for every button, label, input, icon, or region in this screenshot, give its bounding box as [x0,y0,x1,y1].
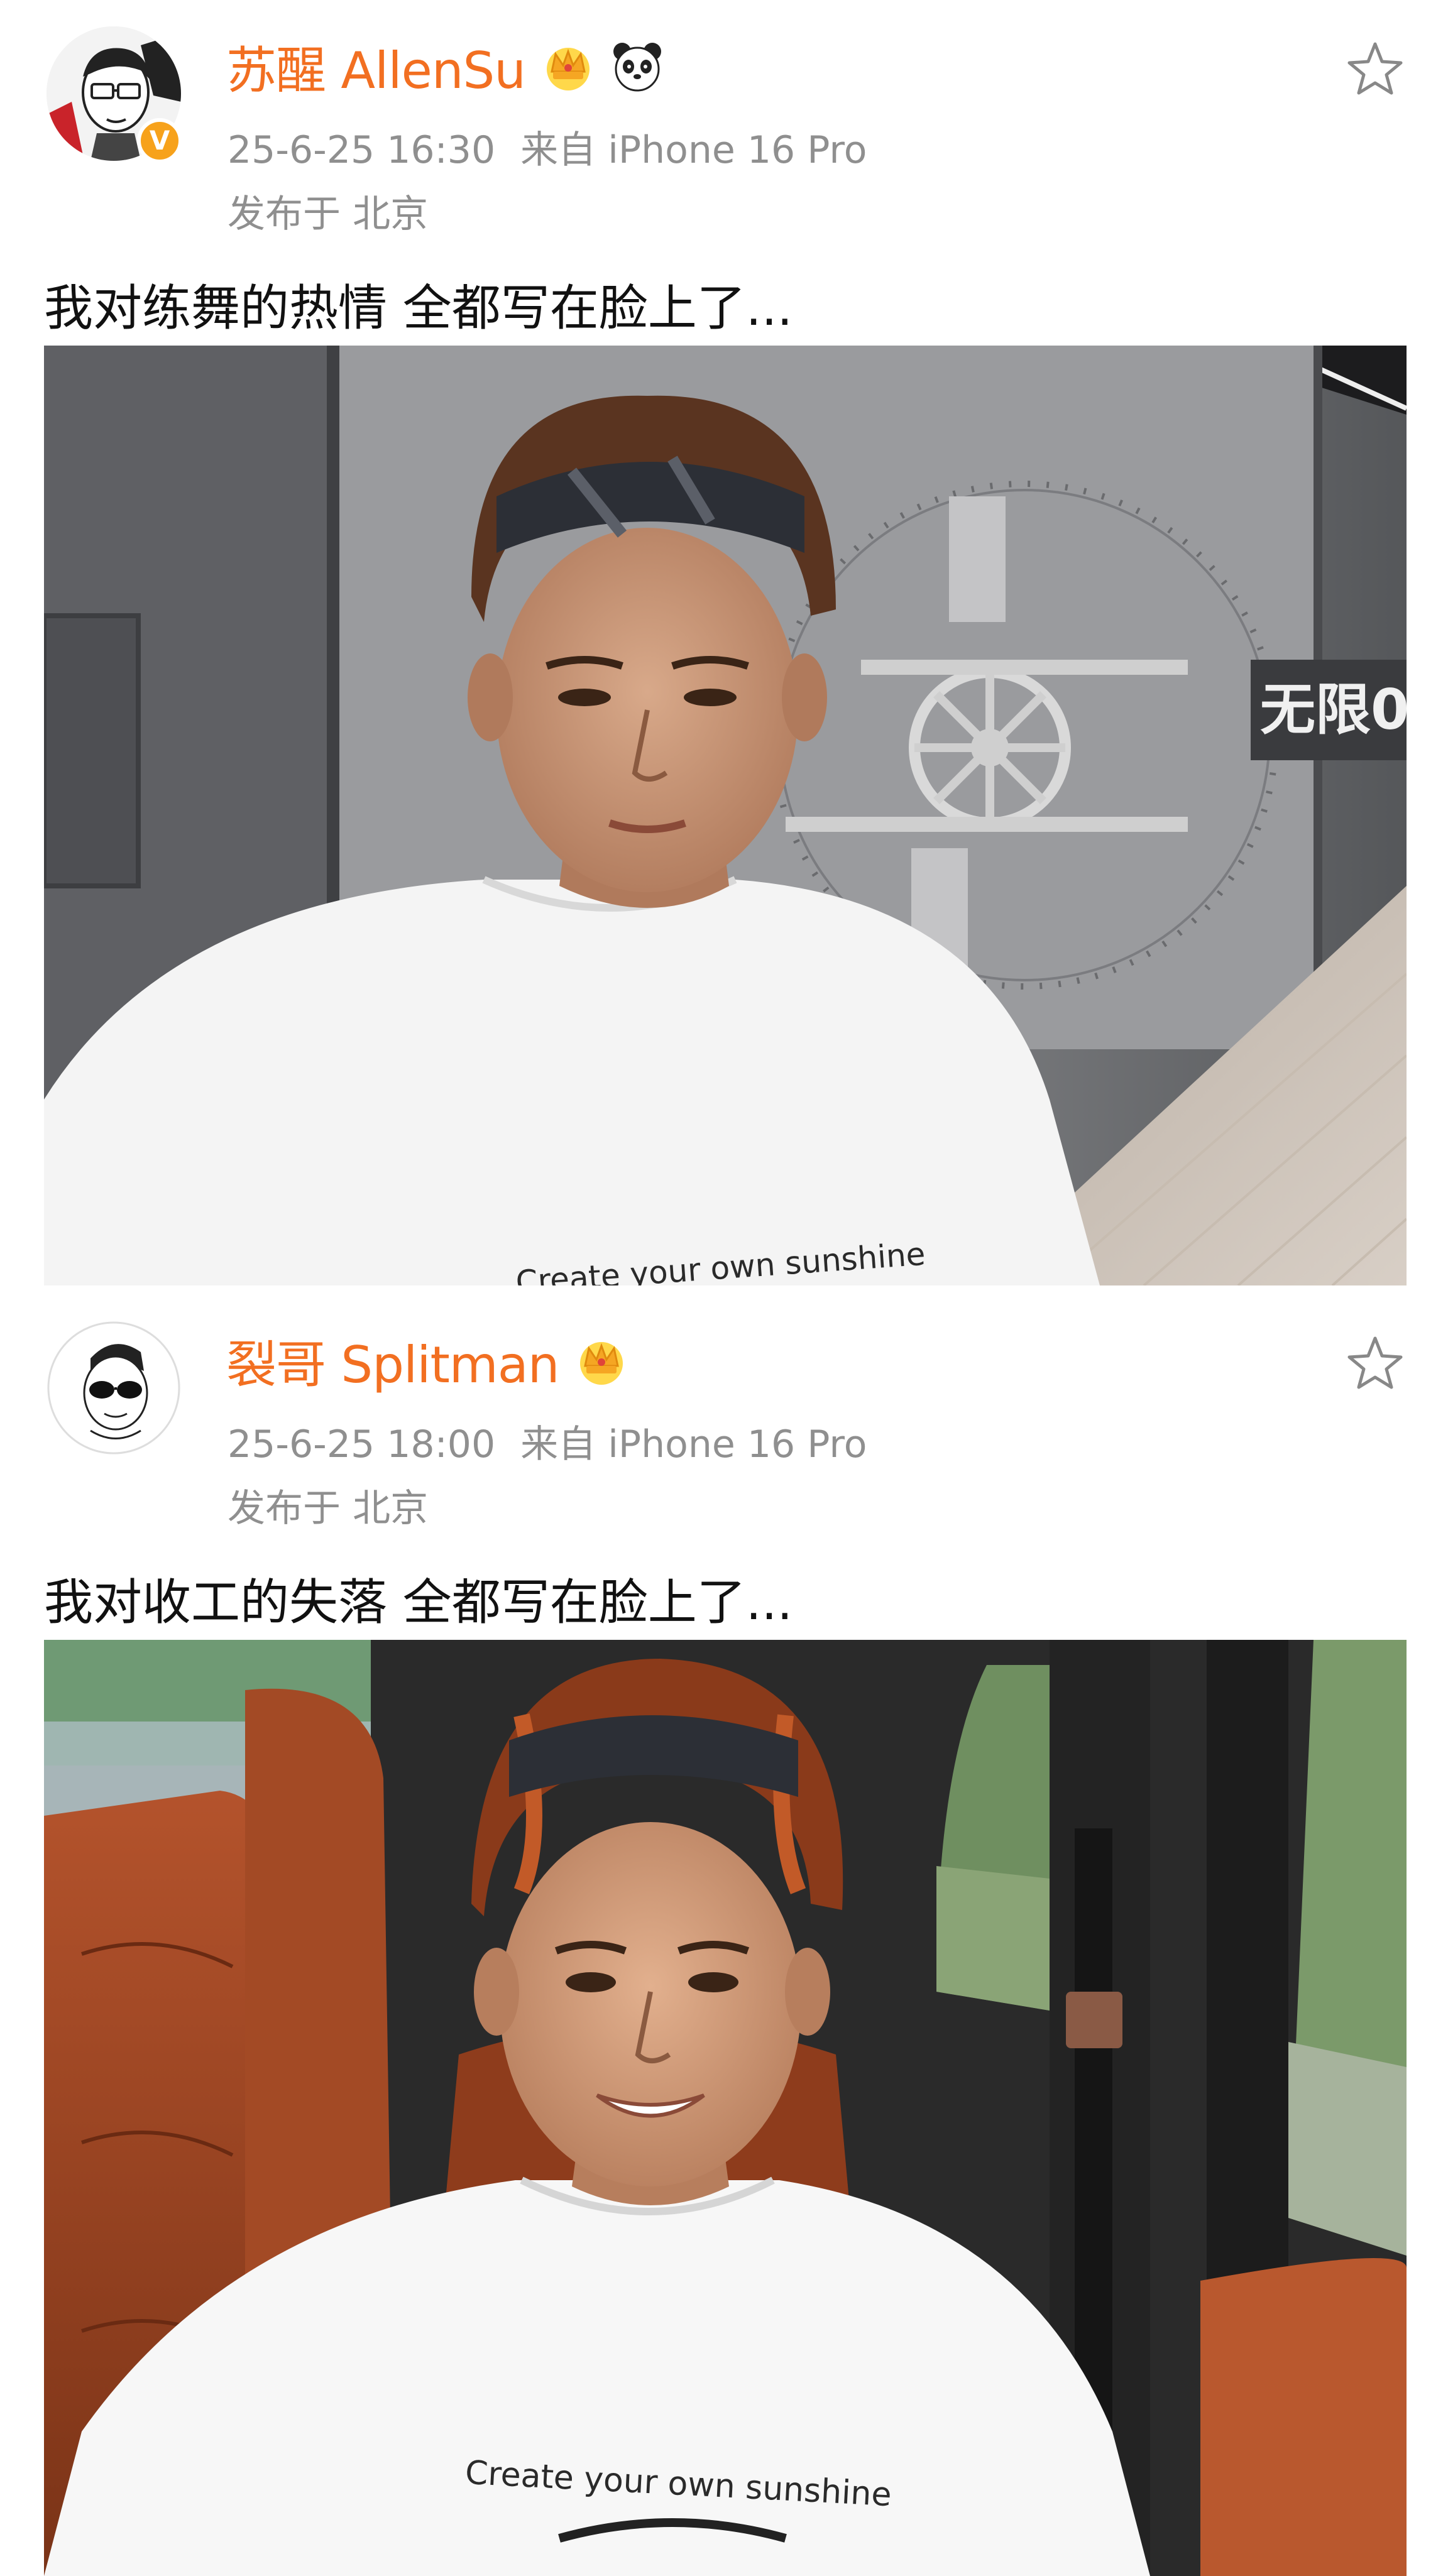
username-row: 苏醒 AllenSu [226,36,664,100]
selfie-car-photo: Create your own sunshine [44,1640,1407,2576]
avatar-illustration [47,1321,181,1455]
post-text: 我对练舞的热情 全都写在脸上了... [44,280,793,337]
avatar[interactable] [47,1321,181,1455]
post-source: 来自 iPhone 16 Pro [520,128,867,172]
post-photo[interactable]: Create your own sunshine [44,1640,1407,2576]
crown-icon [580,1342,623,1385]
weibo-post: 裂哥 Splitman 25-6-25 18:00 来自 iPhone 16 Pr… [0,1294,1448,2576]
verified-badge: V [137,118,182,163]
post-location: 发布于 北京 [228,1487,429,1531]
post-text: 我对收工的失落 全都写在脸上了... [44,1575,793,1631]
panda-icon [613,43,662,92]
post-source: 来自 iPhone 16 Pro [520,1422,867,1466]
post-location: 发布于 北京 [228,192,429,236]
selfie-vault-photo: 无限01 Create your own sunshine [44,346,1407,1285]
post-meta: 25-6-25 18:00 来自 iPhone 16 Pro [228,1414,867,1468]
weibo-post: V 苏醒 AllenSu 25-6-25 16:30 来自 iPhone 16 P… [0,0,1448,1294]
wall-sign: 无限01 [1260,677,1407,742]
username-row: 裂哥 Splitman [226,1331,628,1394]
username[interactable]: 苏醒 AllenSu [226,30,526,103]
username[interactable]: 裂哥 Splitman [226,1324,559,1397]
post-meta: 25-6-25 16:30 来自 iPhone 16 Pro [228,119,867,174]
post-photo[interactable]: 无限01 Create your own sunshine [44,346,1407,1285]
post-date: 25-6-25 18:00 [228,1422,496,1466]
star-icon[interactable] [1345,1333,1405,1394]
post-date: 25-6-25 16:30 [228,128,496,172]
star-icon[interactable] [1345,39,1405,99]
crown-icon [547,48,590,90]
